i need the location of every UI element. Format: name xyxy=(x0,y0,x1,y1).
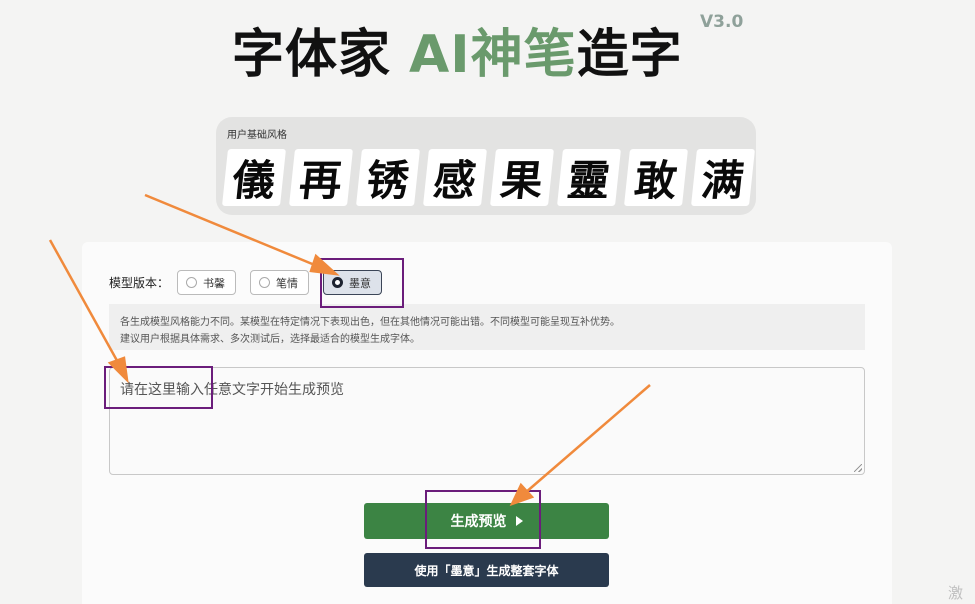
model-version-row: 模型版本： 书馨 笔情 墨意 xyxy=(109,270,396,295)
glyph-samples: 儀 再 锈 感 果 靈 敢 满 xyxy=(222,149,755,206)
model-option-label: 笔情 xyxy=(276,276,299,290)
base-style-panel: 用户基础风格 儀 再 锈 感 果 靈 敢 满 xyxy=(216,117,756,215)
preview-text-input[interactable]: 请在这里输入任意文字开始生成预览 xyxy=(109,367,865,475)
activation-watermark: 激活 xyxy=(948,584,964,602)
model-option-biqing[interactable]: 笔情 xyxy=(250,270,310,295)
title-text: 字体家 xyxy=(232,24,392,85)
glyph-sample: 敢 xyxy=(624,149,688,206)
input-placeholder: 请在这里输入任意文字开始生成预览 xyxy=(120,382,344,398)
radio-selected-icon xyxy=(332,277,344,288)
model-option-label: 书馨 xyxy=(203,276,226,290)
model-option-moyi[interactable]: 墨意 xyxy=(323,270,383,295)
generate-preview-label: 生成预览 xyxy=(450,514,507,530)
glyph-sample: 再 xyxy=(289,149,353,206)
resize-grip-icon[interactable] xyxy=(854,464,862,472)
generator-card: 模型版本： 书馨 笔情 墨意 各生成模型风格能力不同。某模型在特定情况下表现出色… xyxy=(82,242,892,604)
title-accent-text: AI神笔 xyxy=(409,24,577,85)
generate-full-font-label: 使用「墨意」生成整套字体 xyxy=(414,563,559,578)
radio-icon xyxy=(186,277,198,288)
glyph-sample: 锈 xyxy=(356,149,420,206)
glyph-sample: 感 xyxy=(423,149,487,206)
generate-full-font-button[interactable]: 使用「墨意」生成整套字体 xyxy=(364,553,609,587)
model-option-shuxin[interactable]: 书馨 xyxy=(177,270,237,295)
generate-preview-button[interactable]: 生成预览 xyxy=(364,503,609,539)
base-style-label: 用户基础风格 xyxy=(227,130,287,141)
model-info-box: 各生成模型风格能力不同。某模型在特定情况下表现出色，但在其他情况可能出错。不同模… xyxy=(109,304,865,350)
info-line: 各生成模型风格能力不同。某模型在特定情况下表现出色，但在其他情况可能出错。不同模… xyxy=(120,317,620,328)
radio-icon xyxy=(259,277,271,288)
model-version-label: 模型版本： xyxy=(109,276,170,290)
glyph-sample: 儀 xyxy=(222,149,286,206)
glyph-sample: 靈 xyxy=(557,149,621,206)
app-title: 字体家 AI神笔 造字 xyxy=(232,14,683,85)
info-line: 建议用户根据具体需求、多次测试后，选择最适合的模型生成字体。 xyxy=(120,334,420,345)
glyph-sample: 满 xyxy=(691,149,755,206)
version-badge: V3.0 xyxy=(700,12,744,32)
title-text-suffix: 造字 xyxy=(576,24,683,85)
glyph-sample: 果 xyxy=(490,149,554,206)
model-option-label: 墨意 xyxy=(349,276,372,290)
play-icon xyxy=(515,516,523,526)
